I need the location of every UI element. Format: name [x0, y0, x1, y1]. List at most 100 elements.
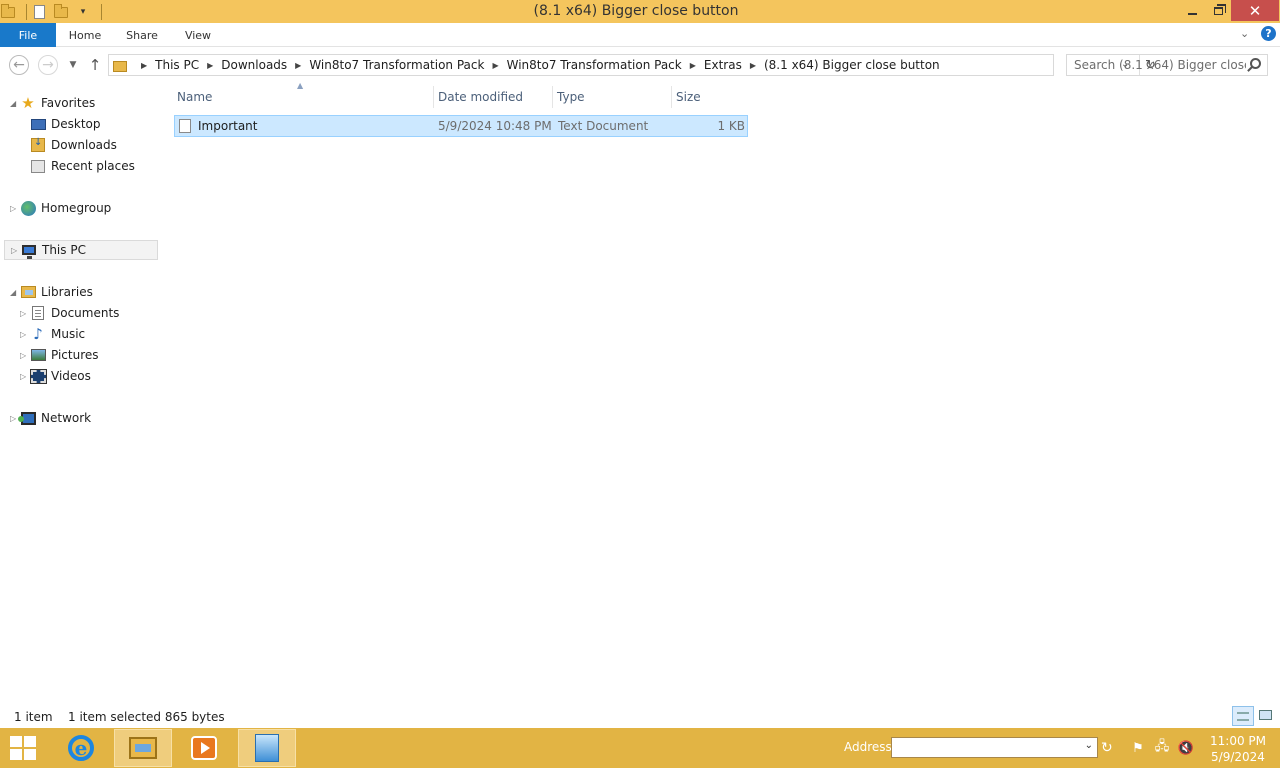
- breadcrumb-arrow-icon[interactable]: ▶: [492, 61, 498, 70]
- breadcrumb-arrow-icon[interactable]: ▶: [207, 61, 213, 70]
- title-bar: ▾ (8.1 x64) Bigger close button ✕: [0, 0, 1280, 23]
- breadcrumb-downloads[interactable]: Downloads: [221, 58, 287, 72]
- network-tray-icon[interactable]: 🖧: [1154, 739, 1170, 755]
- breadcrumb-arrow-icon[interactable]: ▶: [690, 61, 696, 70]
- videos-icon: [29, 368, 47, 384]
- breadcrumb-win8to7-pack[interactable]: Win8to7 Transformation Pack: [309, 58, 484, 72]
- breadcrumb-this-pc[interactable]: This PC: [155, 58, 199, 72]
- application-icon: [255, 734, 279, 762]
- ribbon: File Home Share View ⌄ ?: [0, 23, 1280, 47]
- back-button[interactable]: ←: [9, 55, 29, 75]
- collapse-triangle-icon[interactable]: ◢: [10, 99, 16, 108]
- selection-info: 1 item selected 865 bytes: [68, 710, 225, 724]
- taskbar-internet-explorer[interactable]: e: [52, 729, 110, 767]
- file-row-important[interactable]: Important 5/9/2024 10:48 PM Text Documen…: [174, 115, 748, 137]
- tab-file[interactable]: File: [0, 23, 56, 47]
- nav-item-label: Documents: [51, 306, 120, 320]
- forward-button[interactable]: →: [38, 55, 58, 75]
- windows-logo-icon: [10, 736, 22, 747]
- start-button[interactable]: [6, 734, 40, 762]
- clock-time: 11:00 PM: [1210, 734, 1266, 748]
- minimize-button[interactable]: [1178, 0, 1206, 21]
- network-icon: [17, 411, 36, 425]
- nav-item-label: This PC: [42, 243, 86, 257]
- taskbar-file-explorer[interactable]: [114, 729, 172, 767]
- nav-item-music[interactable]: ▷ ♪ Music: [20, 324, 85, 344]
- taskbar-app-window[interactable]: [238, 729, 296, 767]
- nav-item-label: Desktop: [51, 117, 101, 131]
- recent-locations-chevron-icon[interactable]: ▼: [63, 55, 83, 75]
- libraries-icon: [20, 285, 36, 299]
- documents-icon: [30, 306, 46, 320]
- nav-item-label: Recent places: [51, 159, 135, 173]
- help-icon[interactable]: ?: [1261, 26, 1276, 41]
- search-input[interactable]: [1074, 58, 1246, 72]
- breadcrumb-win8to7-pack-inner[interactable]: Win8to7 Transformation Pack: [507, 58, 682, 72]
- nav-item-recent-places[interactable]: Recent places: [30, 156, 135, 176]
- column-header-type[interactable]: Type: [552, 86, 670, 108]
- file-name-cell[interactable]: Important: [179, 116, 258, 136]
- expand-ribbon-chevron-icon[interactable]: ⌄: [1240, 27, 1249, 40]
- close-icon: ✕: [1248, 1, 1262, 20]
- breadcrumb-arrow-icon[interactable]: ▶: [141, 61, 147, 70]
- recent-places-icon: [30, 159, 46, 173]
- nav-item-this-pc[interactable]: ▷ This PC: [4, 240, 158, 260]
- search-box[interactable]: [1066, 54, 1268, 76]
- breadcrumb-arrow-icon[interactable]: ▶: [295, 61, 301, 70]
- restore-button[interactable]: [1206, 0, 1230, 21]
- tab-share[interactable]: Share: [114, 23, 170, 47]
- expand-triangle-icon[interactable]: ▷: [10, 204, 16, 213]
- search-icon[interactable]: [1250, 58, 1261, 69]
- up-button[interactable]: ↑: [85, 55, 105, 75]
- volume-muted-icon[interactable]: 🔇: [1178, 741, 1194, 756]
- address-bar[interactable]: ▶ This PC ▶ Downloads ▶ Win8to7 Transfor…: [108, 54, 1156, 76]
- nav-item-label: Homegroup: [41, 201, 112, 215]
- nav-item-documents[interactable]: ▷ Documents: [20, 303, 119, 323]
- file-type: Text Document: [558, 119, 649, 133]
- expand-triangle-icon[interactable]: ▷: [20, 372, 26, 381]
- tab-home[interactable]: Home: [56, 23, 114, 47]
- nav-item-homegroup[interactable]: ▷ Homegroup: [0, 198, 111, 218]
- collapse-triangle-icon[interactable]: ◢: [10, 288, 16, 297]
- nav-item-network[interactable]: ▷ Network: [0, 408, 91, 428]
- nav-item-videos[interactable]: ▷ Videos: [20, 366, 91, 386]
- action-center-flag-icon[interactable]: ⚑: [1130, 741, 1146, 756]
- expand-triangle-icon[interactable]: ▷: [20, 351, 26, 360]
- address-dropdown-chevron-icon[interactable]: ⌄: [1085, 740, 1093, 751]
- internet-explorer-icon: e: [68, 735, 94, 761]
- file-size: 1 KB: [717, 119, 745, 133]
- column-header-size[interactable]: Size: [671, 86, 751, 108]
- clock-date: 5/9/2024: [1211, 750, 1265, 764]
- folder-icon: [113, 60, 127, 72]
- file-explorer-icon: [129, 737, 157, 759]
- address-toolbar-input[interactable]: [892, 738, 1072, 757]
- breadcrumb-current-folder[interactable]: (8.1 x64) Bigger close button: [764, 58, 940, 72]
- star-icon: ★: [21, 94, 35, 112]
- column-header-name[interactable]: Name: [173, 86, 432, 108]
- nav-item-label: Libraries: [41, 285, 93, 299]
- details-view-button[interactable]: [1232, 706, 1254, 726]
- taskbar-media-player[interactable]: [175, 729, 233, 767]
- refresh-icon[interactable]: ↻: [1101, 740, 1113, 756]
- breadcrumb-arrow-icon[interactable]: ▶: [750, 61, 756, 70]
- expand-triangle-icon[interactable]: ▷: [20, 330, 26, 339]
- window-title: (8.1 x64) Bigger close button: [533, 3, 739, 19]
- item-count: 1 item: [14, 710, 53, 724]
- nav-item-favorites[interactable]: ◢ ★ Favorites: [0, 93, 95, 113]
- system-clock[interactable]: 11:00 PM 5/9/2024: [1203, 733, 1273, 765]
- close-button[interactable]: ✕: [1231, 0, 1279, 21]
- expand-triangle-icon[interactable]: ▷: [11, 246, 17, 255]
- restore-icon: [1213, 3, 1226, 15]
- nav-item-pictures[interactable]: ▷ Pictures: [20, 345, 99, 365]
- nav-item-desktop[interactable]: Desktop: [30, 114, 101, 134]
- address-toolbar[interactable]: ⌄: [891, 737, 1098, 758]
- nav-item-downloads[interactable]: Downloads: [30, 135, 117, 155]
- status-bar: 1 item 1 item selected 865 bytes: [0, 706, 1280, 728]
- nav-item-libraries[interactable]: ◢ Libraries: [0, 282, 93, 302]
- large-icons-view-button[interactable]: [1257, 708, 1273, 722]
- column-header-date-modified[interactable]: Date modified: [433, 86, 551, 108]
- breadcrumb-extras[interactable]: Extras: [704, 58, 742, 72]
- expand-triangle-icon[interactable]: ▷: [10, 414, 16, 423]
- tab-view[interactable]: View: [170, 23, 226, 47]
- expand-triangle-icon[interactable]: ▷: [20, 309, 26, 318]
